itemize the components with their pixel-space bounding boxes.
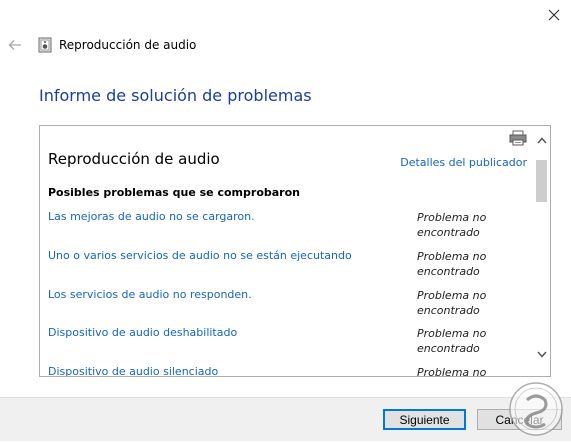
issue-status: Problema no encontrado [417, 211, 487, 239]
issue-link[interactable]: Dispositivo de audio silenciado [48, 365, 218, 376]
publisher-details-link[interactable]: Detalles del publicador [400, 156, 527, 169]
issue-status: Problema no encontrado [417, 289, 487, 317]
watermark-logo [507, 380, 565, 438]
issue-status: Problema no encontrado [417, 250, 487, 278]
issue-status: Problema no encontrado [417, 327, 487, 355]
issue-link[interactable]: Dispositivo de audio deshabilitado [48, 326, 237, 339]
back-arrow-icon [8, 40, 21, 50]
chevron-down-icon [536, 351, 547, 358]
footer-bar: Siguiente Cancelar [0, 397, 571, 441]
issue-link[interactable]: Uno o varios servicios de audio no se es… [48, 249, 352, 262]
speaker-icon [37, 37, 53, 53]
scroll-down-button[interactable] [533, 346, 550, 363]
window-title: Reproducción de audio [59, 38, 197, 52]
page-heading: Informe de solución de problemas [39, 86, 312, 105]
close-button[interactable] [541, 2, 567, 28]
issue-row: Dispositivo de audio silenciado Problema… [48, 365, 528, 377]
printer-icon[interactable] [509, 130, 527, 146]
section-label: Posibles problemas que se comprobaron [48, 186, 300, 199]
next-button[interactable]: Siguiente [383, 409, 466, 430]
issue-row: Uno o varios servicios de audio no se es… [48, 249, 528, 283]
report-title: Reproducción de audio [48, 150, 220, 168]
issue-row: Dispositivo de audio deshabilitado Probl… [48, 326, 528, 360]
scroll-thumb[interactable] [536, 160, 547, 202]
back-button[interactable] [6, 36, 24, 54]
issue-row: Las mejoras de audio no se cargaron. Pro… [48, 210, 528, 244]
vertical-scrollbar[interactable] [533, 126, 550, 376]
issue-row: Los servicios de audio no responden. Pro… [48, 288, 528, 322]
close-icon [548, 9, 560, 21]
report-panel: Reproducción de audio Detalles del publi… [39, 125, 551, 377]
issue-link[interactable]: Los servicios de audio no responden. [48, 288, 252, 301]
issue-status: Problema no [417, 366, 487, 377]
chevron-up-icon [536, 137, 547, 144]
scroll-up-button[interactable] [533, 132, 550, 149]
issue-link[interactable]: Las mejoras de audio no se cargaron. [48, 210, 255, 223]
